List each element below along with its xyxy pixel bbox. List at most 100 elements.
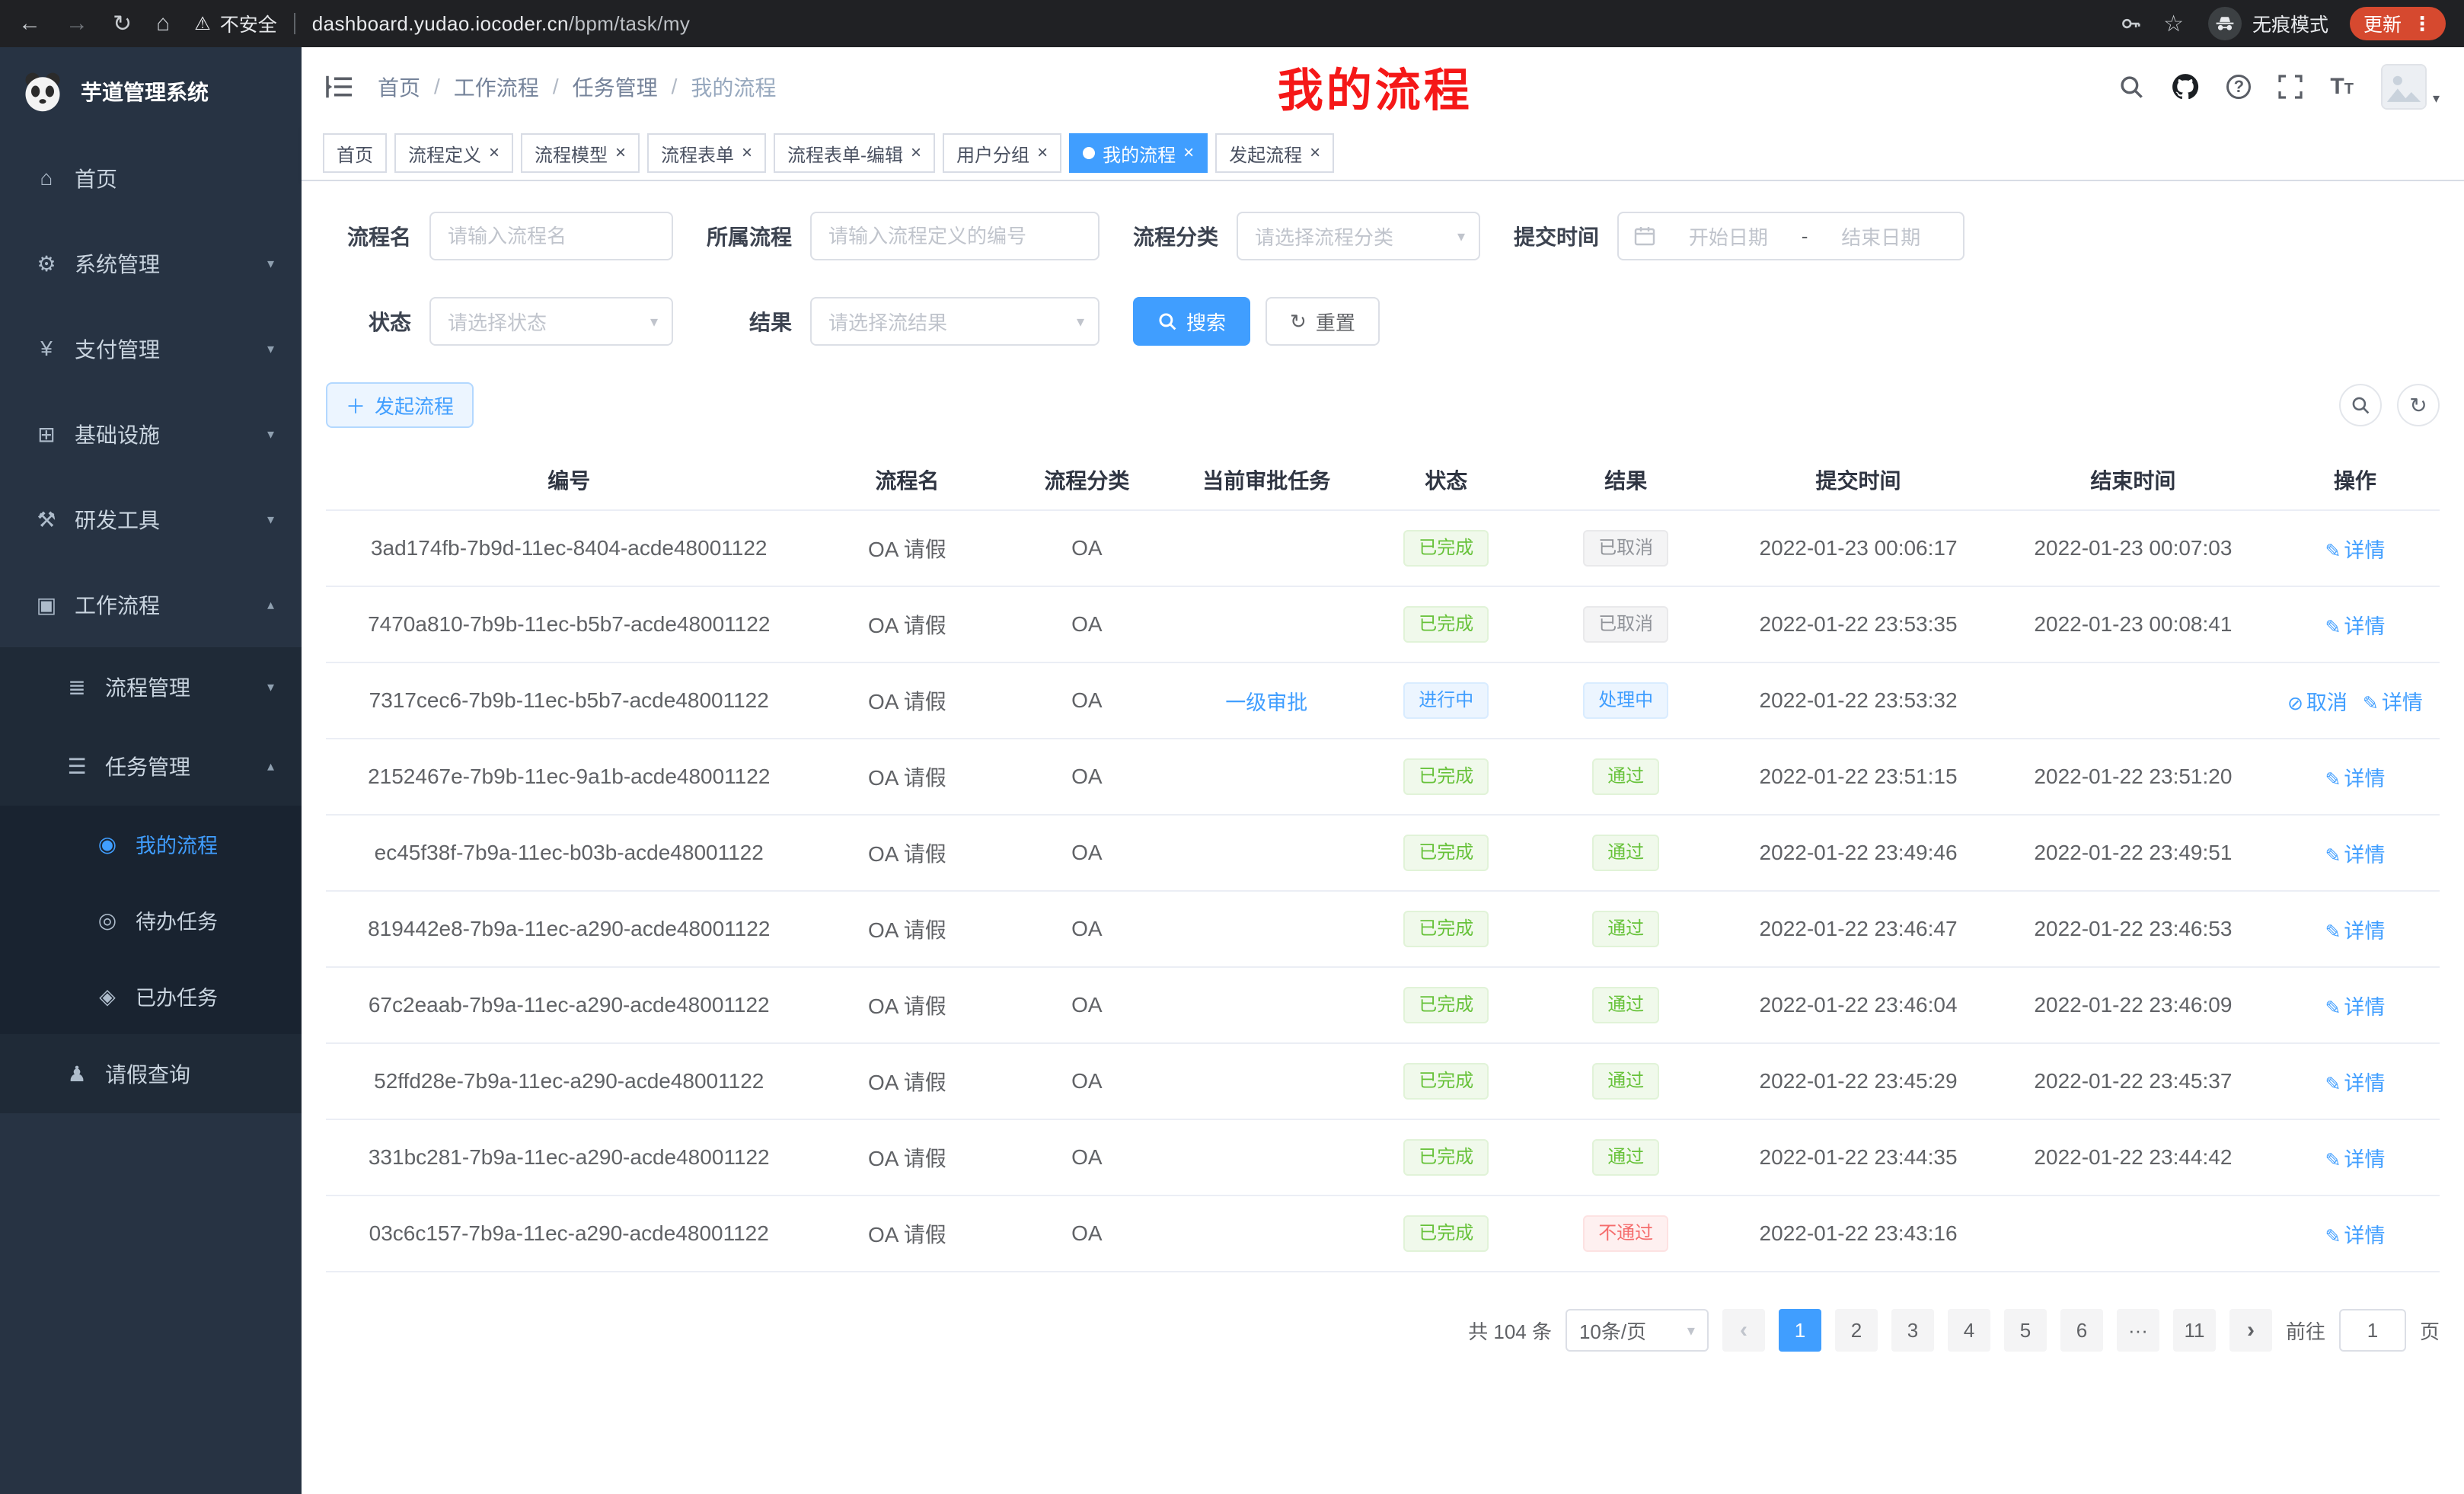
tab[interactable]: 首页 bbox=[323, 133, 387, 173]
submit-time-cell: 2022-01-22 23:53:35 bbox=[1721, 586, 1996, 662]
search-icon[interactable] bbox=[2118, 74, 2144, 100]
incognito-badge[interactable]: 无痕模式 bbox=[2208, 7, 2328, 40]
detail-link[interactable]: ✎详情 bbox=[2325, 615, 2385, 638]
tab-close-icon[interactable]: × bbox=[1310, 144, 1320, 162]
detail-link[interactable]: ✎详情 bbox=[2363, 691, 2423, 714]
tab-active-dot bbox=[1083, 147, 1095, 159]
tab[interactable]: 流程表单× bbox=[647, 133, 766, 173]
tab[interactable]: 流程表单-编辑× bbox=[774, 133, 935, 173]
page-number-button[interactable]: 6 bbox=[2060, 1309, 2103, 1352]
password-key-icon[interactable] bbox=[2119, 12, 2142, 35]
sidebar-item[interactable]: ⚒研发工具▾ bbox=[0, 477, 302, 562]
process-def-input[interactable] bbox=[810, 212, 1100, 260]
home-browser-icon[interactable]: ⌂ bbox=[156, 11, 170, 37]
reset-button[interactable]: ↻ 重置 bbox=[1266, 297, 1380, 346]
tab[interactable]: 用户分组× bbox=[943, 133, 1061, 173]
detail-link[interactable]: ✎详情 bbox=[2325, 768, 2385, 790]
reload-icon[interactable]: ↻ bbox=[113, 11, 132, 37]
end-time-cell bbox=[1996, 662, 2271, 739]
toggle-search-icon[interactable] bbox=[2339, 384, 2382, 426]
tab-close-icon[interactable]: × bbox=[615, 144, 626, 162]
address-bar[interactable]: dashboard.yudao.iocoder.cn/bpm/task/my bbox=[312, 12, 691, 36]
detail-link[interactable]: ✎详情 bbox=[2325, 539, 2385, 562]
sidebar-item[interactable]: ◎待办任务 bbox=[0, 882, 302, 958]
page-number-button[interactable]: 1 bbox=[1779, 1309, 1821, 1352]
detail-link[interactable]: ✎详情 bbox=[2325, 1072, 2385, 1095]
process-id-cell: 3ad174fb-7b9d-11ec-8404-acde48001122 bbox=[326, 510, 812, 586]
submit-time-cell: 2022-01-22 23:45:29 bbox=[1721, 1043, 1996, 1119]
back-icon[interactable]: ← bbox=[18, 11, 41, 37]
breadcrumb-item[interactable]: 任务管理 bbox=[573, 72, 658, 102]
edit-icon: ✎ bbox=[2325, 845, 2341, 867]
create-process-button[interactable]: ＋ 发起流程 bbox=[326, 382, 474, 428]
url-path: /bpm/task/my bbox=[569, 12, 690, 35]
update-button[interactable]: 更新 ⋮ bbox=[2350, 7, 2446, 40]
forward-icon[interactable]: → bbox=[65, 11, 88, 37]
user-avatar[interactable]: ▾ bbox=[2381, 64, 2440, 110]
result-cell: 通过 bbox=[1530, 1043, 1721, 1119]
refresh-icon: ↻ bbox=[1290, 310, 1307, 334]
status-cell: 已完成 bbox=[1361, 1119, 1530, 1196]
process-name-input[interactable] bbox=[429, 212, 673, 260]
category-select[interactable]: 请选择流程分类 ▾ bbox=[1237, 212, 1480, 260]
page-number-button[interactable]: 4 bbox=[1948, 1309, 1990, 1352]
sidebar-item[interactable]: ◈已办任务 bbox=[0, 958, 302, 1034]
font-size-icon[interactable]: TT bbox=[2330, 74, 2354, 100]
fullscreen-icon[interactable] bbox=[2278, 75, 2303, 99]
security-indicator[interactable]: ⚠ 不安全 bbox=[194, 10, 277, 37]
sidebar-item-label: 基础设施 bbox=[75, 419, 160, 449]
search-button[interactable]: 搜索 bbox=[1133, 297, 1250, 346]
refresh-table-icon[interactable]: ↻ bbox=[2397, 384, 2440, 426]
submit-time-cell: 2022-01-22 23:44:35 bbox=[1721, 1119, 1996, 1196]
column-header: 结果 bbox=[1530, 449, 1721, 510]
cancel-link[interactable]: ⊘取消 bbox=[2287, 691, 2348, 714]
tab-close-icon[interactable]: × bbox=[742, 144, 752, 162]
prev-page-button[interactable]: ‹ bbox=[1722, 1309, 1765, 1352]
page-number-button[interactable]: 5 bbox=[2004, 1309, 2047, 1352]
process-id-cell: 7317cec6-7b9b-11ec-b5b7-acde48001122 bbox=[326, 662, 812, 739]
tab[interactable]: 流程模型× bbox=[521, 133, 640, 173]
sidebar-item[interactable]: ⌂首页 bbox=[0, 136, 302, 221]
detail-link[interactable]: ✎详情 bbox=[2325, 844, 2385, 867]
tab-close-icon[interactable]: × bbox=[489, 144, 500, 162]
result-placeholder: 请选择流结果 bbox=[828, 308, 947, 336]
browser-menu-icon[interactable]: ⋮ bbox=[2412, 12, 2432, 36]
tab-close-icon[interactable]: × bbox=[1037, 144, 1048, 162]
page-number-button[interactable]: 2 bbox=[1835, 1309, 1878, 1352]
sidebar-item[interactable]: ◉我的流程 bbox=[0, 806, 302, 882]
table-row: 67c2eaab-7b9a-11ec-a290-acde48001122OA 请… bbox=[326, 967, 2440, 1043]
detail-link[interactable]: ✎详情 bbox=[2325, 1224, 2385, 1247]
sidebar-item[interactable]: ⚙系统管理▾ bbox=[0, 221, 302, 306]
page-number-button[interactable]: 11 bbox=[2173, 1309, 2216, 1352]
breadcrumb-separator: / bbox=[434, 75, 440, 99]
sidebar-item[interactable]: ♟请假查询 bbox=[0, 1034, 302, 1113]
current-task-link[interactable]: 一级审批 bbox=[1225, 691, 1307, 714]
sidebar-item[interactable]: ☰任务管理▴ bbox=[0, 726, 302, 806]
status-select[interactable]: 请选择状态 ▾ bbox=[429, 297, 673, 346]
tab[interactable]: 流程定义× bbox=[394, 133, 513, 173]
goto-page-input[interactable] bbox=[2339, 1309, 2406, 1352]
tab-close-icon[interactable]: × bbox=[1183, 144, 1194, 162]
result-select[interactable]: 请选择流结果 ▾ bbox=[810, 297, 1100, 346]
tab[interactable]: 发起流程× bbox=[1215, 133, 1334, 173]
sidebar-toggle-icon[interactable] bbox=[326, 75, 353, 99]
sidebar-item[interactable]: ¥支付管理▾ bbox=[0, 306, 302, 391]
sidebar-item[interactable]: ⊞基础设施▾ bbox=[0, 391, 302, 477]
help-icon[interactable]: ? bbox=[2226, 75, 2251, 99]
sidebar-item[interactable]: ≣流程管理▾ bbox=[0, 647, 302, 726]
tab-close-icon[interactable]: × bbox=[911, 144, 921, 162]
table-header-row: 编号流程名流程分类当前审批任务状态结果提交时间结束时间操作 bbox=[326, 449, 2440, 510]
next-page-button[interactable]: › bbox=[2229, 1309, 2272, 1352]
detail-link[interactable]: ✎详情 bbox=[2325, 920, 2385, 943]
tab[interactable]: 我的流程× bbox=[1069, 133, 1208, 173]
submit-time-range-picker[interactable]: 开始日期 - 结束日期 bbox=[1617, 212, 1964, 260]
bookmark-star-icon[interactable]: ☆ bbox=[2163, 11, 2184, 37]
breadcrumb-item[interactable]: 工作流程 bbox=[454, 72, 539, 102]
detail-link[interactable]: ✎详情 bbox=[2325, 1148, 2385, 1171]
breadcrumb-item[interactable]: 首页 bbox=[378, 72, 420, 102]
sidebar-item[interactable]: ▣工作流程▴ bbox=[0, 562, 302, 647]
page-number-button[interactable]: 3 bbox=[1891, 1309, 1934, 1352]
github-icon[interactable] bbox=[2172, 73, 2199, 101]
detail-link[interactable]: ✎详情 bbox=[2325, 996, 2385, 1019]
page-size-select[interactable]: 10条/页 ▾ bbox=[1566, 1309, 1709, 1352]
